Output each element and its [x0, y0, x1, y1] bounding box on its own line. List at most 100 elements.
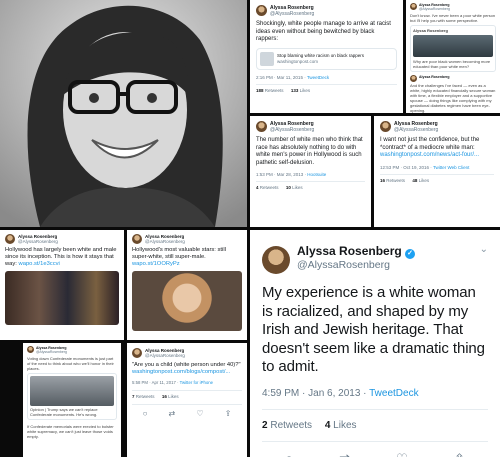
tweet-link[interactable]: washingtonpost.com/news/act-four/... [380, 152, 494, 160]
tweet-text: My experience is a white woman is racial… [262, 284, 485, 375]
like-count[interactable]: 16 [162, 394, 167, 399]
quoted-author: Alyssa Rosenberg [413, 28, 448, 33]
quoted-image [413, 35, 493, 57]
retweets-label: Retweets [259, 185, 279, 190]
tweet-text: Shockingly, white people manage to arriv… [256, 21, 391, 42]
verified-badge-icon: ✓ [405, 249, 416, 259]
retweet-count[interactable]: 188 [256, 88, 264, 93]
tweet-source[interactable]: TweetDeck [369, 388, 418, 399]
tweet-card-mediocre[interactable]: Alyssa Rosenberg @AlyssaRosenberg I want… [374, 116, 500, 227]
link-card-title: Stop blaming white racism on black rappe… [277, 53, 365, 58]
tweet-time[interactable]: 1:53 PM · Mar 28, 2013 · [256, 172, 306, 177]
retweet-count[interactable]: 7 [132, 394, 135, 399]
likes-label: Likes [299, 87, 311, 93]
tweet-link[interactable]: wapo.st/1e3ccvi [19, 261, 60, 267]
retweet-icon[interactable]: ⇄ [169, 409, 176, 418]
likes-label: Likes [168, 394, 179, 399]
footer-text: If Confederate memorials were erected to… [27, 424, 114, 439]
like-icon[interactable]: ♡ [196, 409, 203, 418]
tweet-image[interactable] [132, 271, 242, 331]
tweet-card-confederate[interactable]: Alyssa Rosenberg @AlyssaRosenberg Voting… [23, 343, 121, 457]
like-icon[interactable]: ♡ [396, 451, 408, 457]
tweet-text: I want not just the confidence, but the … [380, 137, 480, 151]
retweet-count[interactable]: 4 [256, 185, 259, 190]
tweet-time[interactable]: 2:16 PM · Mar 11, 2015 · [256, 75, 306, 80]
likes-label: Likes [418, 177, 430, 183]
avatar[interactable] [256, 121, 267, 132]
avatar[interactable] [262, 246, 290, 274]
retweets-label: Retweets [264, 87, 284, 93]
like-count[interactable]: 133 [291, 88, 299, 93]
tweet-link[interactable]: washingtonpost.com/blogs/compost/... [132, 369, 242, 376]
likes-label: Likes [333, 419, 357, 431]
tweet-time[interactable]: 4:59 PM · Jan 6, 2013 · [262, 388, 367, 399]
link-card-domain: washingtonpost.com [277, 58, 319, 64]
avatar[interactable] [410, 3, 417, 10]
share-icon[interactable]: ⇪ [225, 409, 232, 418]
tweet-source[interactable]: Twitter Web Client [433, 165, 469, 170]
avatar[interactable] [132, 234, 142, 244]
link-card-thumb [260, 51, 274, 66]
quoted-tweet[interactable]: Alyssa Rosenberg Why are poor black wome… [410, 25, 496, 72]
tweet-card-perspective[interactable]: Alyssa Rosenberg @AlyssaRosenberg Don't … [406, 0, 500, 113]
portrait-photo [0, 0, 247, 227]
quoted-title: Opinion | Trump says we can't replace Co… [30, 407, 98, 417]
retweet-count[interactable]: 16 [380, 178, 385, 183]
portrait-illustration [0, 0, 247, 227]
tweet-time[interactable]: 5:58 PM · Apr 11, 2017 · [132, 380, 179, 385]
tweet-text: "Are you a child (white person under 40)… [132, 362, 241, 368]
retweets-label: Retweets [270, 419, 313, 431]
tweet-time[interactable]: 12:53 PM · Oct 19, 2016 · [380, 165, 432, 170]
tweet-card-rappers[interactable]: Alyssa Rosenberg @AlyssaRosenberg Shocki… [250, 0, 403, 113]
tweet-text: The number of white men who think that r… [256, 137, 363, 166]
retweets-label: Retweets [386, 177, 406, 183]
avatar[interactable] [27, 346, 34, 353]
tweet-card-stars[interactable]: Alyssa Rosenberg @AlyssaRosenberg Hollyw… [127, 230, 247, 340]
author-handle[interactable]: @AlyssaRosenberg [145, 239, 185, 244]
quoted-card[interactable]: Opinion | Trump says we can't replace Co… [27, 373, 117, 420]
tweet-card-child[interactable]: Alyssa Rosenberg @AlyssaRosenberg "Are y… [127, 343, 247, 457]
avatar[interactable] [256, 5, 267, 16]
like-count[interactable]: 4 [325, 420, 331, 431]
author-handle[interactable]: @AlyssaRosenberg [394, 127, 438, 133]
tweet-card-inception[interactable]: Alyssa Rosenberg @AlyssaRosenberg Hollyw… [0, 230, 124, 340]
quoted-image [30, 376, 114, 406]
avatar[interactable] [5, 234, 15, 244]
like-count[interactable]: 48 [412, 178, 417, 183]
likes-label: Likes [292, 185, 303, 190]
tweet-text: Voting down Confederate monuments is jus… [27, 356, 114, 371]
author-handle[interactable]: @AlyssaRosenberg [419, 7, 450, 11]
reply-icon[interactable]: ○ [143, 409, 148, 418]
author-handle[interactable]: @AlyssaRosenberg [270, 127, 314, 133]
reply-icon[interactable]: ○ [285, 451, 293, 457]
tweet-image[interactable] [5, 271, 119, 325]
tweet-text: Don't know. I've never been a poor white… [410, 13, 496, 23]
retweet-count[interactable]: 2 [262, 420, 268, 431]
author-handle[interactable]: @AlyssaRosenberg [36, 350, 67, 354]
author-handle[interactable]: @AlyssaRosenberg [18, 239, 58, 244]
like-count[interactable]: 10 [286, 185, 291, 190]
tweet-card-main[interactable]: Alyssa Rosenberg ✓ @AlyssaRosenberg ⌄ My… [250, 230, 500, 457]
share-icon[interactable]: ⇪ [454, 451, 465, 457]
avatar[interactable] [132, 348, 142, 358]
author-handle[interactable]: @AlyssaRosenberg [270, 11, 314, 17]
quoted-text: Why are poor black women becoming more e… [413, 59, 491, 69]
tweet-card-hollywood-power[interactable]: Alyssa Rosenberg @AlyssaRosenberg The nu… [250, 116, 371, 227]
author-handle[interactable]: @AlyssaRosenberg [145, 353, 185, 358]
action-bar: ○ ⇄ ♡ ⇪ [132, 404, 242, 418]
link-card[interactable]: Stop blaming white racism on black rappe… [256, 47, 397, 70]
retweets-label: Retweets [135, 394, 155, 399]
reply-author[interactable]: Alyssa Rosenberg [419, 75, 450, 79]
author-handle[interactable]: @AlyssaRosenberg [297, 259, 415, 272]
chevron-down-icon[interactable]: ⌄ [480, 244, 488, 255]
avatar[interactable] [380, 121, 391, 132]
tweet-source[interactable]: Twitter for iPhone [180, 380, 213, 385]
tweet-link[interactable]: wapo.st/1OORyPz [132, 261, 180, 267]
tweet-source[interactable]: Hootsuite [307, 172, 326, 177]
retweet-icon[interactable]: ⇄ [339, 451, 350, 457]
action-bar: ○ ⇄ ♡ ⇪ [262, 440, 488, 457]
author-name[interactable]: Alyssa Rosenberg [297, 244, 402, 258]
avatar[interactable] [410, 75, 417, 82]
tweet-source[interactable]: TweetDeck [307, 75, 329, 80]
reply-text: And the challenges I've faced — even as … [410, 83, 496, 113]
